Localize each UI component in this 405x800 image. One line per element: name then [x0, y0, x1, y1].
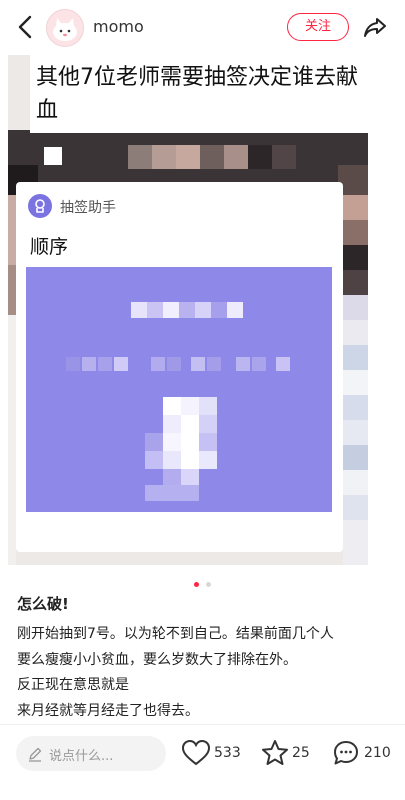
caption-line-2: 血	[36, 98, 59, 123]
card-title: 顺序	[30, 236, 69, 258]
top-bar: momo 关注	[0, 0, 405, 55]
carousel-indicator	[0, 572, 405, 587]
carousel-dot[interactable]	[206, 582, 212, 587]
heart-icon	[181, 739, 211, 766]
image-caption: 其他7位老师需要抽签决定谁去献 血	[30, 55, 368, 133]
caption-line-1: 其他7位老师需要抽签决定谁去献	[36, 65, 358, 90]
post-title: 怎么破!	[17, 595, 69, 613]
carousel-dot-active[interactable]	[193, 582, 199, 587]
pixelated-result	[66, 302, 290, 501]
post-body: 刚开始抽到7号。以为轮不到自己。结果前面几个人 要么瘦瘦小小贫血，要么岁数大了排…	[17, 622, 392, 724]
avatar-cat-icon	[53, 18, 77, 41]
share-icon[interactable]	[362, 14, 388, 40]
post-body-line: 反正现在意思就是	[17, 677, 129, 693]
lottery-app-icon	[28, 194, 52, 218]
comment-count: 210	[364, 745, 391, 761]
star-icon	[262, 740, 288, 765]
post-image[interactable]: 其他7位老师需要抽签决定谁去献 血 抽签助手 顺序	[8, 55, 368, 565]
comment-placeholder: 说点什么...	[49, 749, 114, 764]
back-icon[interactable]	[14, 14, 38, 40]
comment-input[interactable]: 说点什么...	[16, 736, 166, 771]
post-body-line: 来月经就等月经走了也得去。	[17, 702, 199, 719]
lottery-result-panel	[26, 267, 332, 512]
post-body-line: 刚开始抽到7号。以为轮不到自己。结果前面几个人	[17, 626, 334, 642]
post-body-line: 要么瘦瘦小小贫血，要么岁数大了排除在外。	[17, 651, 297, 668]
pencil-icon	[29, 747, 42, 762]
username[interactable]: momo	[93, 17, 144, 36]
comment-bubble-icon	[334, 741, 358, 765]
like-count: 533	[214, 745, 241, 761]
follow-button[interactable]: 关注	[287, 13, 349, 41]
lottery-app-card: 抽签助手 顺序	[16, 182, 343, 552]
bottom-divider	[0, 724, 405, 725]
favorite-count: 25	[292, 745, 310, 761]
avatar[interactable]	[46, 9, 84, 47]
card-app-name: 抽签助手	[60, 200, 116, 216]
